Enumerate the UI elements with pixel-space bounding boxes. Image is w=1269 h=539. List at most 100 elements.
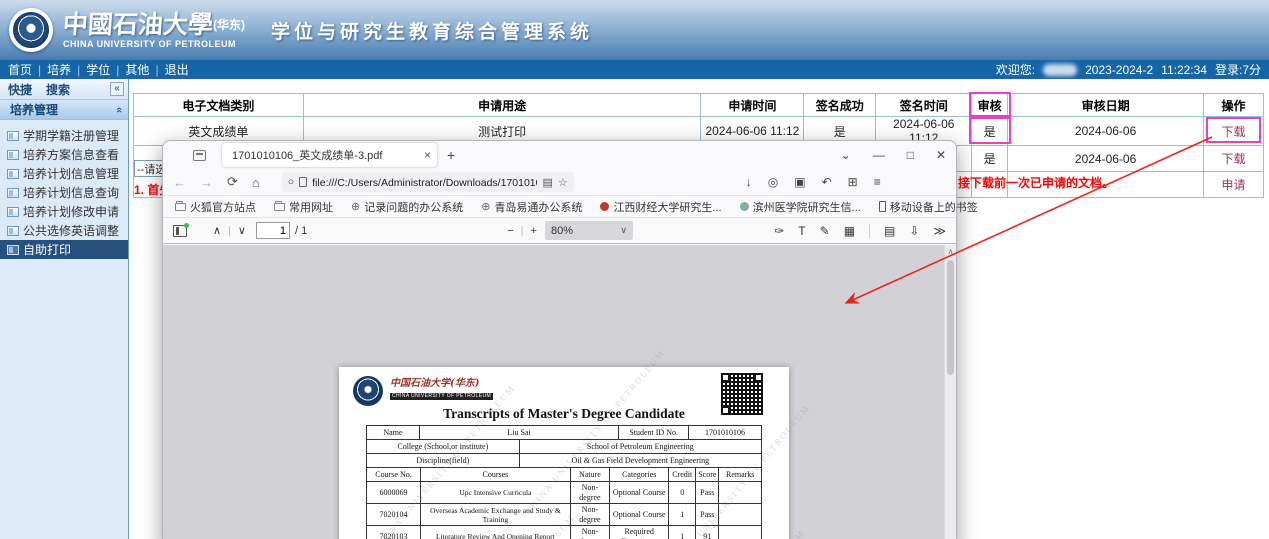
firefox-view-icon[interactable]: [193, 150, 206, 161]
image-tool-icon[interactable]: ▦: [844, 224, 855, 238]
university-name-block: 中國石油大學(华东) CHINA UNIVERSITY OF PETROLEUM: [63, 12, 245, 49]
browser-tab[interactable]: 1701010106_英文成绩单-3.pdf ×: [222, 143, 437, 167]
new-tab-icon[interactable]: +: [447, 147, 455, 163]
scroll-up-icon[interactable]: ∧: [945, 245, 956, 256]
sidebar-item-plan-info-manage[interactable]: 培养计划信息管理: [0, 164, 128, 183]
pdf-tools: ✑ T ✎ ▦ ▤ ⇩ ≫: [774, 224, 946, 238]
zoom-out-icon[interactable]: −: [507, 225, 513, 237]
browser-titlebar[interactable]: 1701010106_英文成绩单-3.pdf × + ⌄ — □ ✕: [163, 141, 956, 169]
col-doc-type: 电子文档类别: [134, 94, 304, 117]
table-header-row: 电子文档类别 申请用途 申请时间 签名成功 签名时间 审核 审核日期 操作: [134, 94, 1264, 117]
text-tool-icon[interactable]: T: [798, 224, 805, 238]
mobile-bookmarks[interactable]: 移动设备上的书签: [879, 199, 978, 215]
course-col-remarks: Remarks: [719, 468, 762, 482]
library-icon[interactable]: ⊞: [848, 175, 858, 189]
pdf-scrollbar[interactable]: ∧: [944, 245, 956, 539]
sidebar-item-program-info-view[interactable]: 培养方案信息查看: [0, 145, 128, 164]
menu-item-icon: [7, 226, 19, 236]
tab-close-icon[interactable]: ×: [424, 148, 431, 162]
list-tabs-icon[interactable]: ⌄: [841, 148, 851, 162]
university-name-en: CHINA UNIVERSITY OF PETROLEUM: [63, 40, 245, 49]
forward-icon[interactable]: →: [200, 175, 213, 190]
student-info-table: Name Liu Sai Student ID No. 1701010106 C…: [366, 425, 762, 468]
tab-quick[interactable]: 快捷: [8, 81, 32, 98]
shield-icon[interactable]: ○: [288, 176, 294, 188]
sidebar-item-label: 培养方案信息查看: [23, 146, 119, 163]
course-table: Course No. Courses Nature Categories Cre…: [366, 467, 762, 539]
apply-link[interactable]: 申请: [1221, 178, 1245, 192]
bookmark-binzhou-graduate[interactable]: 滨州医学院研究生信...: [740, 199, 861, 215]
semester-label: 2023-2024-2: [1085, 63, 1153, 77]
university-logo: [9, 8, 53, 52]
sidebar-section-training[interactable]: 培养管理 «: [0, 100, 128, 120]
course-col-no: Course No.: [367, 468, 421, 482]
bookmark-jiangxi-graduate[interactable]: 江西财经大学研究生...: [600, 199, 721, 215]
menu-icon[interactable]: ≡: [874, 175, 881, 189]
sidebar-item-self-print[interactable]: 自助打印: [0, 240, 128, 259]
pdf-toolbar: ∧|∨ / 1 −|+ 80% ∨ ✑ T ✎ ▦ ▤ ⇩ ≫: [163, 218, 956, 244]
course-col-name: Courses: [421, 468, 571, 482]
course-col-credit: Credit: [669, 468, 696, 482]
highlight-tool-icon[interactable]: ✑: [774, 224, 784, 238]
nav-other[interactable]: 其他: [125, 63, 164, 77]
scrollbar-thumb[interactable]: [947, 260, 954, 375]
col-apply-time: 申请时间: [701, 94, 804, 117]
draw-tool-icon[interactable]: ✎: [820, 224, 830, 238]
cell-audited: 是: [972, 117, 1008, 146]
name-value: Liu Sai: [419, 426, 618, 440]
user-name-blurred: [1043, 64, 1077, 76]
sidebar-item-semester-registration[interactable]: 学期学籍注册管理: [0, 126, 128, 145]
sidebar-item-plan-modify-apply[interactable]: 培养计划修改申请: [0, 202, 128, 221]
undo-icon[interactable]: ↶: [822, 175, 832, 189]
menu-item-icon: [7, 169, 19, 179]
zoom-level: 80%: [551, 225, 573, 237]
nav-training[interactable]: 培养: [47, 63, 86, 77]
pdf-sidebar-toggle-icon[interactable]: [173, 225, 187, 237]
save-icon[interactable]: ⇩: [909, 224, 919, 238]
welcome-area: 欢迎您: 2023-2024-2 11:22:34 登录:7分: [996, 61, 1261, 78]
name-label: Name: [367, 426, 420, 440]
back-icon[interactable]: ←: [173, 175, 186, 190]
divider: [869, 224, 870, 238]
maximize-icon[interactable]: □: [907, 148, 914, 162]
sidebar-item-english-adjust[interactable]: 公共选修英语调整: [0, 221, 128, 240]
prev-page-icon[interactable]: ∧: [213, 224, 221, 237]
bookmark-qingdao-office-system[interactable]: ⊕青岛易通办公系统: [481, 199, 582, 215]
page-number-input[interactable]: [256, 222, 290, 239]
download-link[interactable]: 下载: [1221, 152, 1245, 166]
print-icon[interactable]: ▤: [884, 224, 895, 238]
more-tools-icon[interactable]: ≫: [933, 224, 946, 238]
home-icon[interactable]: ⌂: [252, 175, 260, 190]
course-row: 6000069Upc Intensive CurriculaNon-degree…: [367, 482, 762, 504]
bookmark-star-icon[interactable]: ☆: [558, 176, 568, 189]
nav-logout[interactable]: 退出: [165, 63, 189, 77]
pdf-page: CHINA UNIVERSITY OF PETROLEUM CHINA UNIV…: [339, 367, 789, 539]
download-link[interactable]: 下载: [1221, 125, 1245, 139]
time-label: 11:22:34: [1161, 63, 1207, 77]
window-controls: ⌄ — □ ✕: [841, 148, 946, 162]
bookmark-issue-office-system[interactable]: ⊕记录问题的办公系统: [351, 199, 463, 215]
next-page-icon[interactable]: ∨: [238, 224, 246, 237]
downloads-icon[interactable]: ↓: [746, 175, 752, 189]
url-field[interactable]: ○ file:///C:/Users/Administrator/Downloa…: [282, 172, 574, 192]
nav-degree[interactable]: 学位: [86, 63, 125, 77]
university-emblem-icon: [13, 12, 49, 48]
reader-mode-icon[interactable]: ▤: [542, 176, 552, 189]
cell-audit-date: 2024-06-06: [1008, 117, 1204, 146]
reload-icon[interactable]: ⟳: [227, 174, 238, 190]
sidebar-item-plan-info-query[interactable]: 培养计划信息查询: [0, 183, 128, 202]
extension-icon[interactable]: ▣: [794, 175, 805, 189]
bookmark-firefox-official[interactable]: 火狐官方站点: [175, 199, 256, 215]
id-value: 1701010106: [689, 426, 762, 440]
zoom-in-icon[interactable]: +: [531, 225, 537, 237]
tab-search[interactable]: 搜索: [46, 81, 70, 98]
zoom-select[interactable]: 80% ∨: [545, 221, 633, 240]
instruction-note-right: 接下载前一次已申请的文档。: [958, 174, 1114, 191]
menu-item-icon: [7, 207, 19, 217]
sidebar-collapse-icon[interactable]: «: [110, 82, 124, 96]
minimize-icon[interactable]: —: [873, 148, 885, 162]
account-icon[interactable]: ◎: [768, 175, 778, 189]
close-window-icon[interactable]: ✕: [936, 148, 946, 162]
bookmark-common-sites[interactable]: 常用网址: [274, 199, 333, 215]
nav-home[interactable]: 首页: [8, 63, 47, 77]
